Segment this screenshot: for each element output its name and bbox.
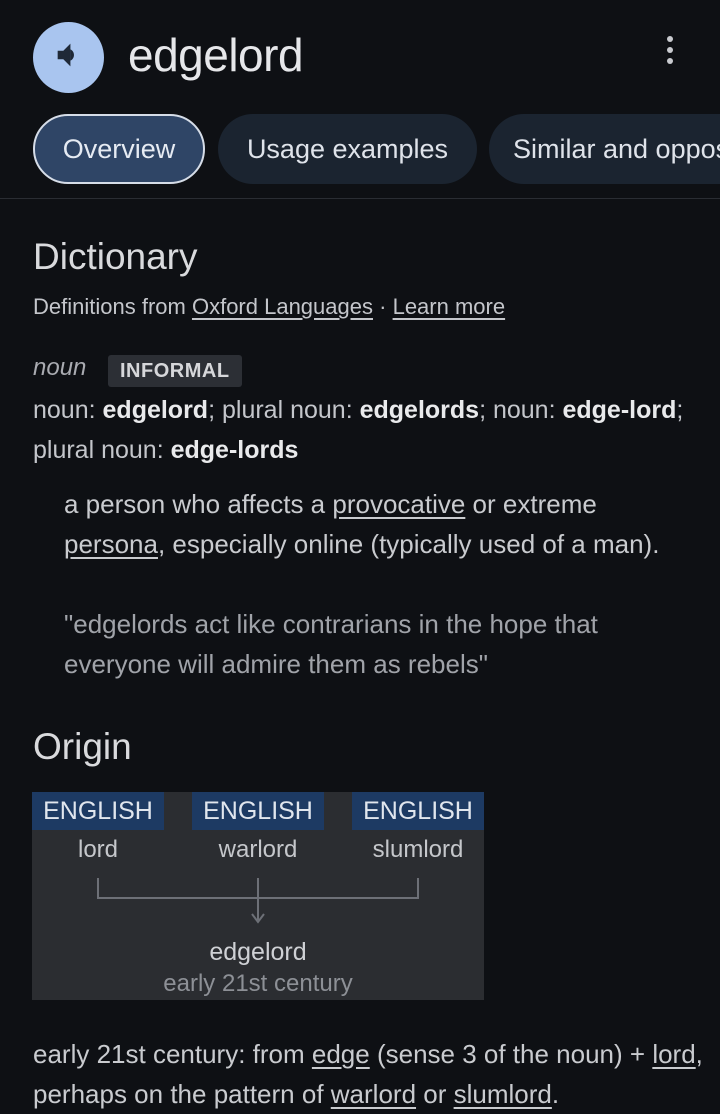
- form-value: edge-lord: [562, 396, 677, 424]
- slumlord-link[interactable]: slumlord: [454, 1079, 552, 1109]
- origin-diagram: ENGLISH ENGLISH ENGLISH lord warlord slu…: [32, 792, 484, 1000]
- tab-label: Similar and opposite words: [513, 133, 720, 164]
- source-line: Definitions from Oxford Languages · Lear…: [33, 294, 505, 320]
- word-forms: noun: edgelord; plural noun: edgelords; …: [33, 390, 693, 470]
- tab-label: Overview: [62, 133, 176, 164]
- etymology-segment: .: [551, 1079, 560, 1109]
- source-prefix: Definitions from: [33, 294, 186, 319]
- headword: edgelord: [128, 29, 304, 81]
- root-word: warlord: [218, 836, 298, 863]
- part-of-speech: noun: [33, 354, 87, 381]
- more-vert-icon[interactable]: [662, 36, 678, 68]
- persona-link[interactable]: persona: [64, 529, 158, 559]
- tab-overview[interactable]: Overview: [33, 114, 205, 184]
- provocative-link[interactable]: provocative: [332, 489, 465, 519]
- edge-link[interactable]: edge: [312, 1039, 370, 1069]
- etymology-segment: early 21st century: from: [33, 1039, 312, 1069]
- form-label: noun:: [33, 396, 103, 424]
- learn-more-link[interactable]: Learn more: [393, 294, 506, 319]
- warlord-link[interactable]: warlord: [331, 1079, 416, 1109]
- oxford-languages-link[interactable]: Oxford Languages: [192, 294, 373, 319]
- result-era: early 21st century: [163, 970, 353, 997]
- usage-example: "edgelords act like contrarians in the h…: [64, 609, 598, 679]
- etymology-segment: or: [416, 1079, 454, 1109]
- pronunciation-button[interactable]: [33, 22, 104, 93]
- tab-similar-opposite[interactable]: Similar and opposite words: [489, 114, 720, 184]
- tab-usage-examples[interactable]: Usage examples: [218, 114, 477, 184]
- etymology-segment: (sense 3 of the noun) +: [369, 1039, 653, 1069]
- origin-connector: [97, 878, 419, 924]
- etymology-text: early 21st century: from edge (sense 3 o…: [33, 1034, 703, 1114]
- language-tag: ENGLISH: [192, 792, 324, 830]
- root-word: lord: [77, 836, 119, 863]
- language-tag: ENGLISH: [352, 792, 484, 830]
- definition: a person who affects a provocative or ex…: [64, 484, 674, 564]
- word-header: edgelord: [0, 0, 720, 110]
- dictionary-heading: Dictionary: [33, 236, 198, 277]
- root-word: slumlord: [372, 836, 464, 863]
- definition-text: or extreme: [465, 489, 597, 519]
- language-tag: ENGLISH: [32, 792, 164, 830]
- result-word: edgelord: [209, 938, 307, 966]
- form-label: ; plural noun:: [208, 396, 360, 424]
- definition-text: , especially online (typically used of a…: [157, 529, 660, 559]
- origin-heading: Origin: [33, 726, 132, 767]
- form-label: ; noun:: [479, 396, 563, 424]
- tab-label: Usage examples: [246, 133, 449, 164]
- form-value: edgelords: [359, 396, 480, 424]
- form-value: edge-lords: [170, 436, 299, 464]
- definition-text: a person who affects a: [64, 489, 333, 519]
- volume-icon: [52, 38, 86, 77]
- register-badge: INFORMAL: [108, 355, 242, 387]
- form-value: edgelord: [102, 396, 209, 424]
- separator: ·: [379, 294, 387, 319]
- tab-bar: Overview Usage examples Similar and oppo…: [0, 114, 720, 186]
- lord-link[interactable]: lord: [652, 1039, 695, 1069]
- divider: [0, 198, 720, 199]
